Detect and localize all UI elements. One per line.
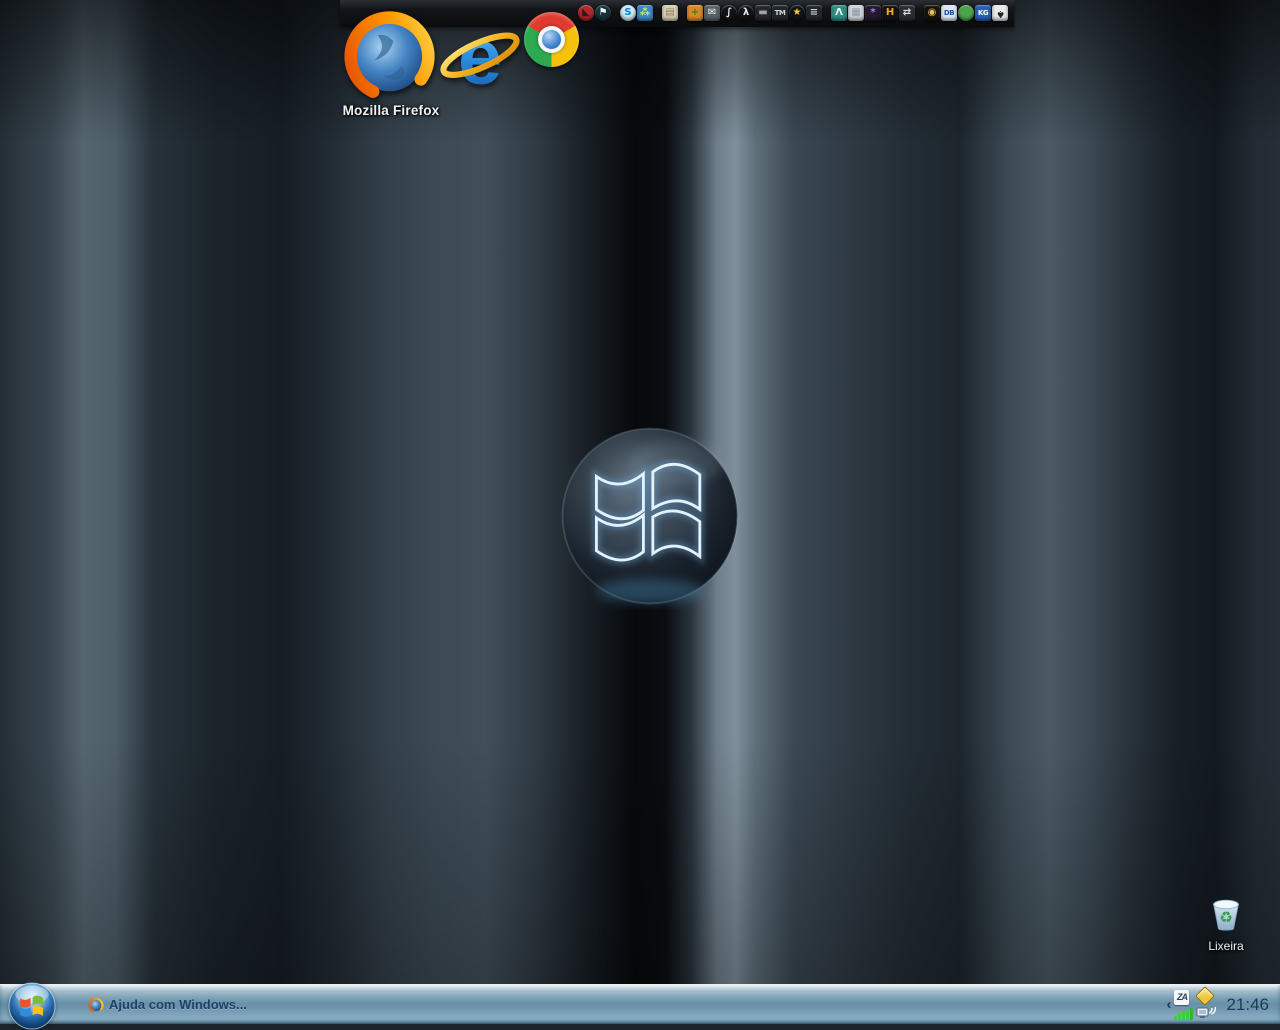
purple-ball-icon[interactable]: * <box>865 5 881 21</box>
box-icon[interactable]: ▤ <box>662 5 678 21</box>
firefox-icon[interactable] <box>341 6 438 103</box>
taskbar: Ajuda com Windows... ‹ ZA 21:46 <box>0 982 1280 1030</box>
red-player-icon[interactable]: ◣ <box>578 5 594 21</box>
recycle-bin-label: Lixeira <box>1208 939 1244 953</box>
dock-small-icons: ◣ ⚑ S ⁂ ▤ + ✉ ∫ λ ▬ TM ★ ≡ Λ ▦ * H ⇄ ◉ DB KG ♠ <box>578 5 1009 21</box>
mail-icon[interactable]: ✉ <box>704 5 720 21</box>
svg-text:♻: ♻ <box>1219 909 1233 927</box>
gold-disc-icon[interactable]: ◉ <box>924 5 940 21</box>
task-button-label: Ajuda com Windows... <box>109 997 247 1012</box>
skype-icon[interactable]: S <box>620 5 636 21</box>
system-tray: ‹ ZA 21:46 <box>1166 985 1275 1024</box>
messenger-icon[interactable]: ⁂ <box>637 5 653 21</box>
tray-clock[interactable]: 21:46 <box>1226 995 1269 1015</box>
zonealarm-icon[interactable]: ZA <box>1174 989 1190 1005</box>
tm-game-icon[interactable]: TM <box>772 5 788 21</box>
task-button-firefox-help[interactable]: Ajuda com Windows... <box>78 985 257 1024</box>
shield-icon[interactable]: + <box>687 5 703 21</box>
windows-orb-logo <box>561 427 739 605</box>
recycle-bin[interactable]: ♻ Lixeira <box>1201 893 1251 953</box>
dock-hover-label: Mozilla Firefox <box>342 103 440 118</box>
db-app-icon[interactable]: DB <box>941 5 957 21</box>
cube-icon[interactable]: ▦ <box>848 5 864 21</box>
stereo-icon[interactable]: ≡ <box>806 5 822 21</box>
kg-app-icon[interactable]: KG <box>975 5 991 21</box>
firefox-icon-small <box>88 997 104 1013</box>
start-button[interactable] <box>8 982 56 1030</box>
signal-bars-icon[interactable] <box>1174 1006 1194 1020</box>
teal-a-icon[interactable]: Λ <box>831 5 847 21</box>
note-diamond-icon[interactable] <box>1195 986 1216 1006</box>
tray-expand-chevron-icon[interactable]: ‹ <box>1166 997 1171 1012</box>
network-monitor-icon[interactable] <box>1196 1005 1217 1020</box>
svg-text:e: e <box>458 13 502 100</box>
chrome-icon[interactable] <box>524 12 579 67</box>
green-sphere-icon[interactable] <box>958 5 974 21</box>
star-game-icon[interactable]: ★ <box>789 5 805 21</box>
vehicle-game-icon[interactable]: ▬ <box>755 5 771 21</box>
h-app-icon[interactable]: H <box>882 5 898 21</box>
transfer-arrows-icon[interactable]: ⇄ <box>899 5 915 21</box>
runner-game-icon[interactable]: λ <box>738 5 754 21</box>
apple-icon[interactable]: ♠ <box>992 5 1008 21</box>
recycle-bin-icon: ♻ <box>1213 899 1239 931</box>
globe-flag-icon[interactable]: ⚑ <box>595 5 611 21</box>
squiggle-app-icon[interactable]: ∫ <box>721 5 737 21</box>
internet-explorer-icon[interactable]: e <box>436 13 524 101</box>
